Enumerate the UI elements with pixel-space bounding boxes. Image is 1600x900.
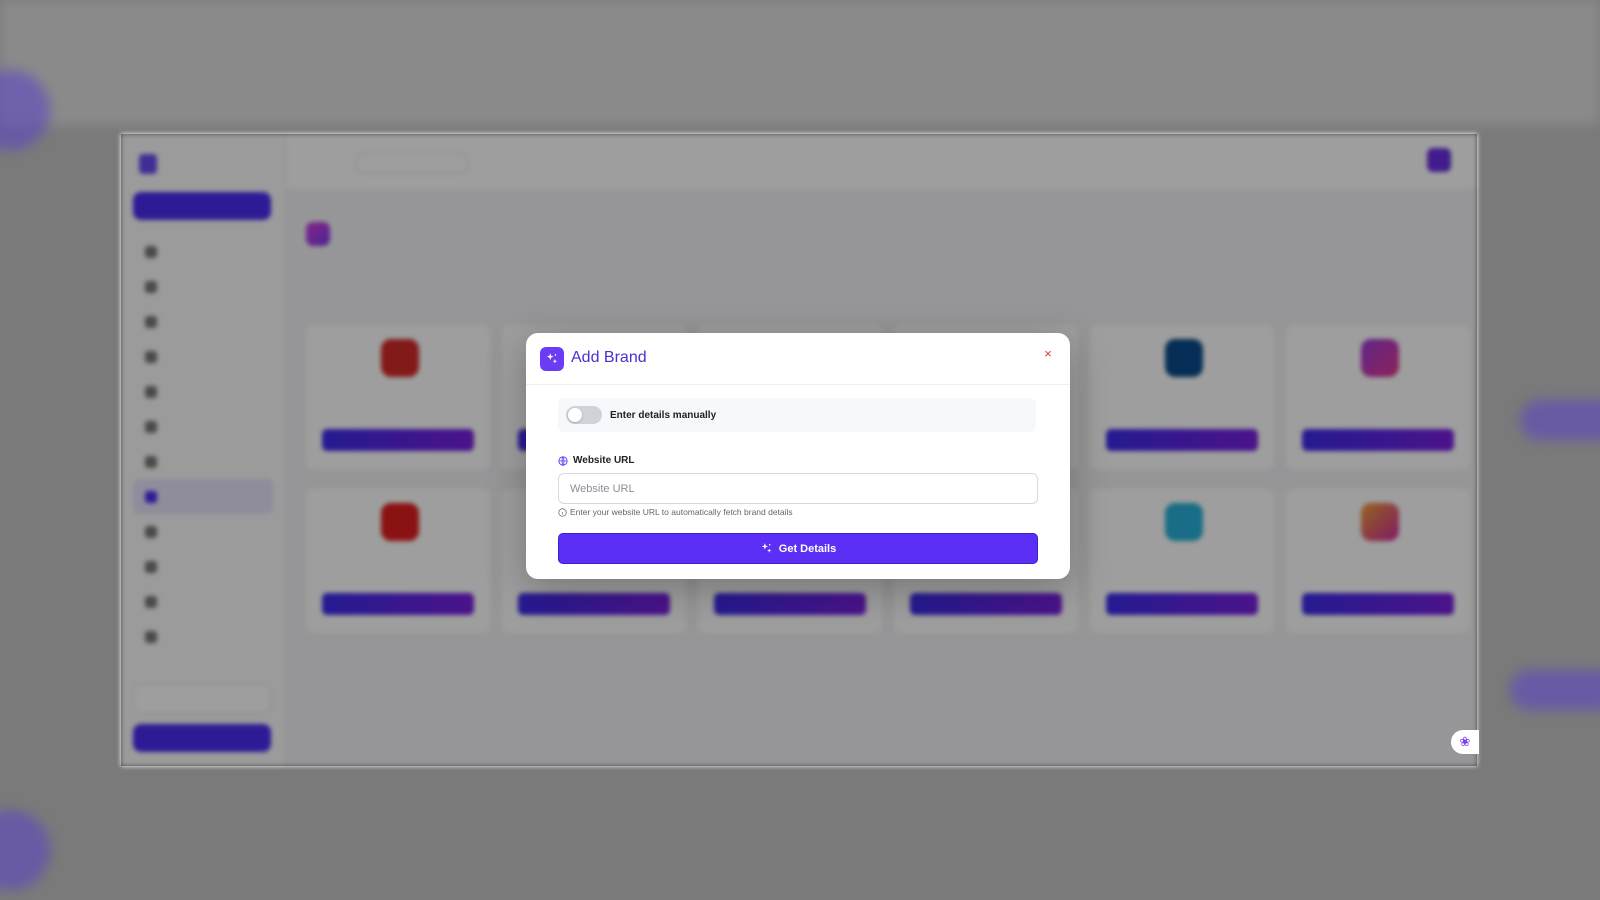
backdrop-blob (1520, 400, 1600, 440)
add-brand-modal: Add Brand × Enter details manually Websi… (526, 333, 1070, 579)
close-icon: × (1044, 345, 1052, 361)
manual-entry-label: Enter details manually (610, 409, 717, 421)
website-url-hint: Enter your website URL to automatically … (558, 507, 793, 517)
website-url-input[interactable] (558, 473, 1038, 504)
info-icon (558, 507, 567, 517)
backdrop-blob (0, 810, 50, 890)
backdrop-blob (1510, 670, 1600, 710)
website-url-label: Website URL (558, 455, 635, 466)
close-button[interactable]: × (1038, 343, 1058, 363)
website-url-hint-text: Enter your website URL to automatically … (570, 507, 793, 517)
website-url-label-text: Website URL (573, 455, 635, 466)
sparkles-icon (761, 543, 772, 553)
globe-icon (558, 455, 568, 466)
manual-entry-toggle[interactable] (566, 406, 602, 424)
get-details-button[interactable]: Get Details (558, 533, 1038, 564)
toggle-knob (568, 408, 582, 422)
chat-widget-button[interactable]: ❀ (1451, 730, 1479, 754)
chat-widget-icon: ❀ (1459, 734, 1471, 749)
sparkles-icon (540, 347, 564, 371)
modal-header: Add Brand × (526, 333, 1070, 385)
modal-title: Add Brand (571, 349, 647, 366)
get-details-label: Get Details (778, 542, 837, 555)
manual-entry-row: Enter details manually (558, 398, 1036, 432)
backdrop-band (0, 0, 1600, 125)
